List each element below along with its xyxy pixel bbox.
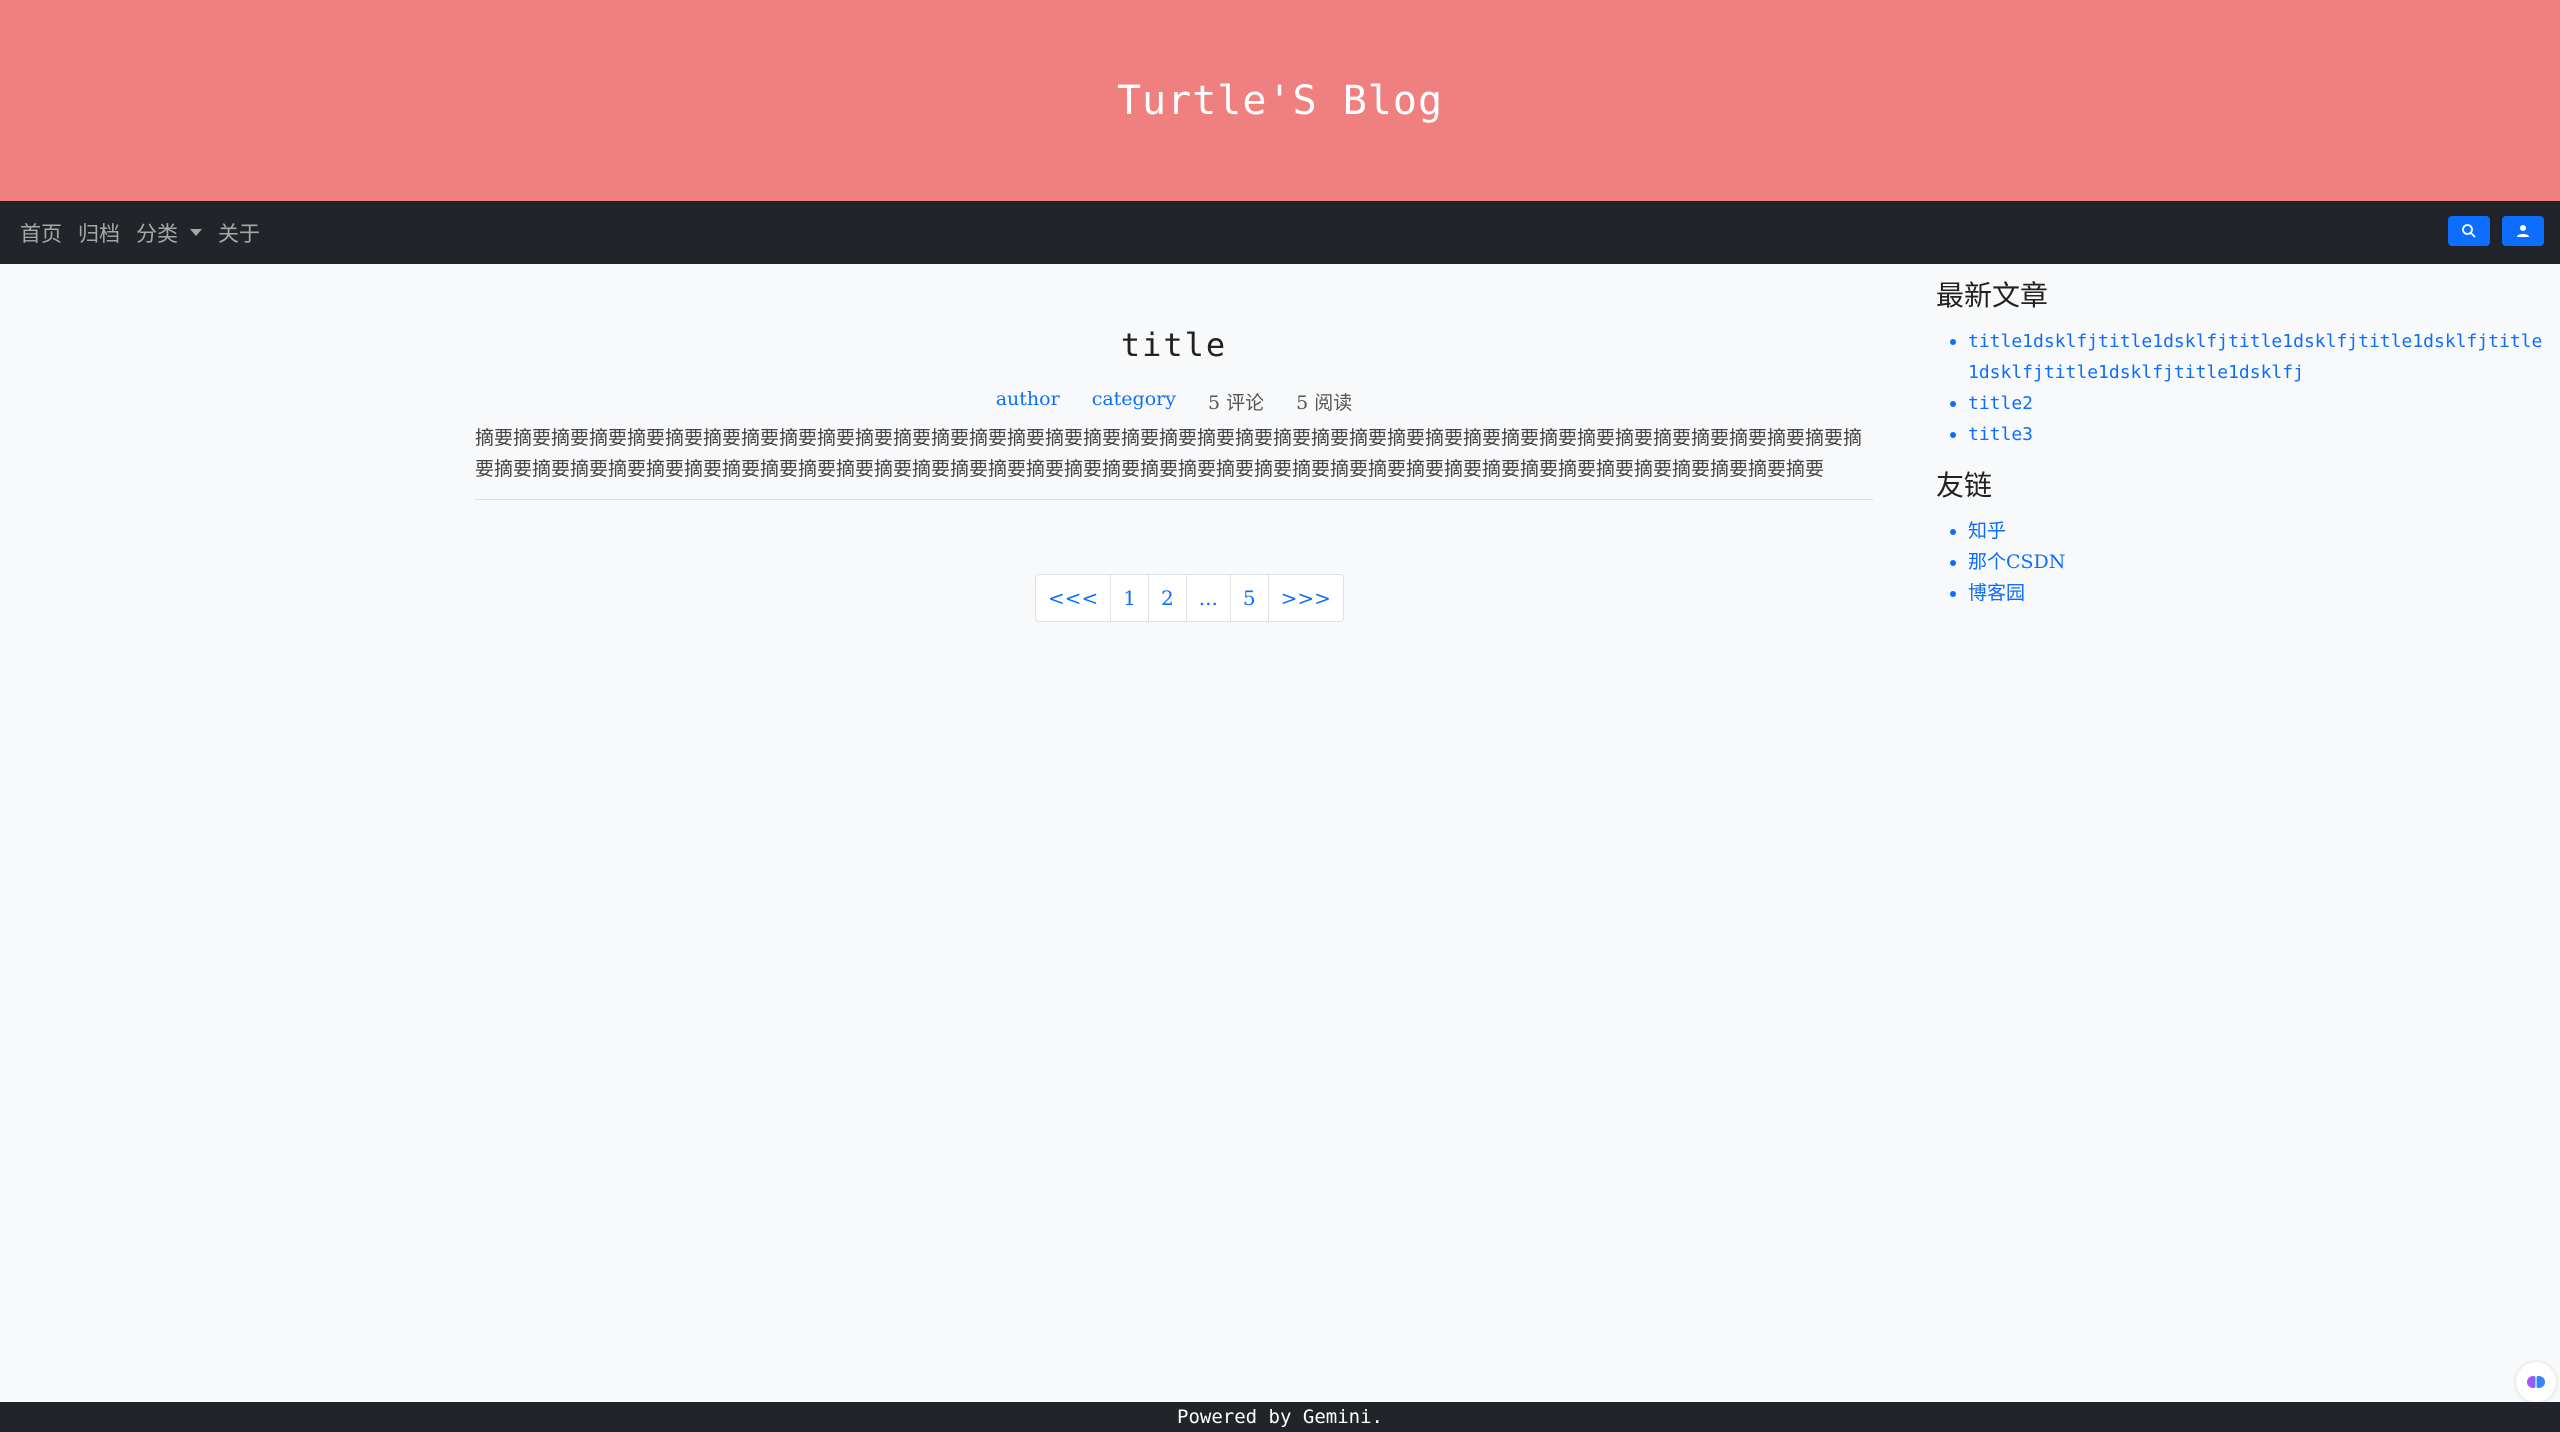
friend-links-heading: 友链 <box>1936 469 1993 502</box>
friend-link[interactable]: 那个CSDN <box>1968 551 2065 573</box>
footer-text: Powered by Gemini. <box>1177 1406 1383 1428</box>
post-meta: author category 5 评论 5 阅读 <box>475 388 1873 415</box>
post-comment-count: 5 评论 <box>1207 392 1265 414</box>
post-list: title author category 5 评论 5 阅读 摘要摘要摘要摘要… <box>475 264 1873 500</box>
brain-icon <box>2527 1376 2545 1388</box>
pagination-page-1[interactable]: 1 <box>1111 575 1150 621</box>
nav-item-about[interactable]: 关于 <box>218 218 260 248</box>
list-item: title2 <box>1968 388 2546 419</box>
search-icon <box>2462 224 2476 238</box>
list-item: 博客园 <box>1968 578 2546 609</box>
post-category-link[interactable]: category <box>1092 388 1176 415</box>
list-item: 知乎 <box>1968 516 2546 547</box>
search-button[interactable] <box>2448 216 2490 246</box>
post-summary: 摘要摘要摘要摘要摘要摘要摘要摘要摘要摘要摘要摘要摘要摘要摘要摘要摘要摘要摘要摘要… <box>475 427 1863 480</box>
list-item: 那个CSDN <box>1968 547 2546 578</box>
post-title[interactable]: title <box>475 326 1873 364</box>
sidebar: 最新文章 title1dsklfjtitle1dsklfjtitle1dsklf… <box>1936 274 2546 623</box>
friend-link[interactable]: 知乎 <box>1968 520 2006 542</box>
user-button[interactable] <box>2502 216 2544 246</box>
pagination-page-2[interactable]: 2 <box>1149 575 1187 621</box>
post-read-count: 5 阅读 <box>1296 392 1353 414</box>
blog-title: Turtle'S Blog <box>1116 77 1444 124</box>
nav-item-category-label: 分类 <box>136 221 178 246</box>
friend-link[interactable]: 博客园 <box>1968 582 2025 604</box>
pagination-ellipsis[interactable]: ... <box>1187 575 1231 621</box>
post-author-link[interactable]: author <box>996 388 1060 415</box>
floating-assistant-button[interactable] <box>2516 1362 2556 1402</box>
latest-posts-heading: 最新文章 <box>1936 279 2049 312</box>
latest-post-link[interactable]: title1dsklfjtitle1dsklfjtitle1dsklfjtitl… <box>1968 331 2542 383</box>
blog-banner: Turtle'S Blog <box>0 0 2560 201</box>
top-navbar: 首页 归档 分类 关于 <box>0 201 2560 264</box>
post-divider <box>475 499 1873 500</box>
caret-down-icon <box>190 229 202 236</box>
latest-post-link[interactable]: title3 <box>1968 424 2033 445</box>
pagination-next[interactable]: >>> <box>1269 575 1343 621</box>
footer: Powered by Gemini. <box>0 1402 2560 1432</box>
nav-item-home[interactable]: 首页 <box>20 218 62 248</box>
latest-posts-list: title1dsklfjtitle1dsklfjtitle1dsklfjtitl… <box>1936 326 2546 450</box>
user-icon <box>2517 225 2529 237</box>
list-item: title1dsklfjtitle1dsklfjtitle1dsklfjtitl… <box>1968 326 2546 388</box>
nav-item-category-dropdown[interactable]: 分类 <box>136 218 202 248</box>
pagination-prev[interactable]: <<< <box>1036 575 1112 621</box>
pagination: <<< 1 2 ... 5 >>> <box>1035 574 1344 622</box>
nav-item-archive[interactable]: 归档 <box>78 218 120 248</box>
list-item: title3 <box>1968 419 2546 450</box>
pagination-page-5[interactable]: 5 <box>1231 575 1269 621</box>
friend-links-list: 知乎 那个CSDN 博客园 <box>1936 516 2546 609</box>
latest-post-link[interactable]: title2 <box>1968 393 2033 414</box>
